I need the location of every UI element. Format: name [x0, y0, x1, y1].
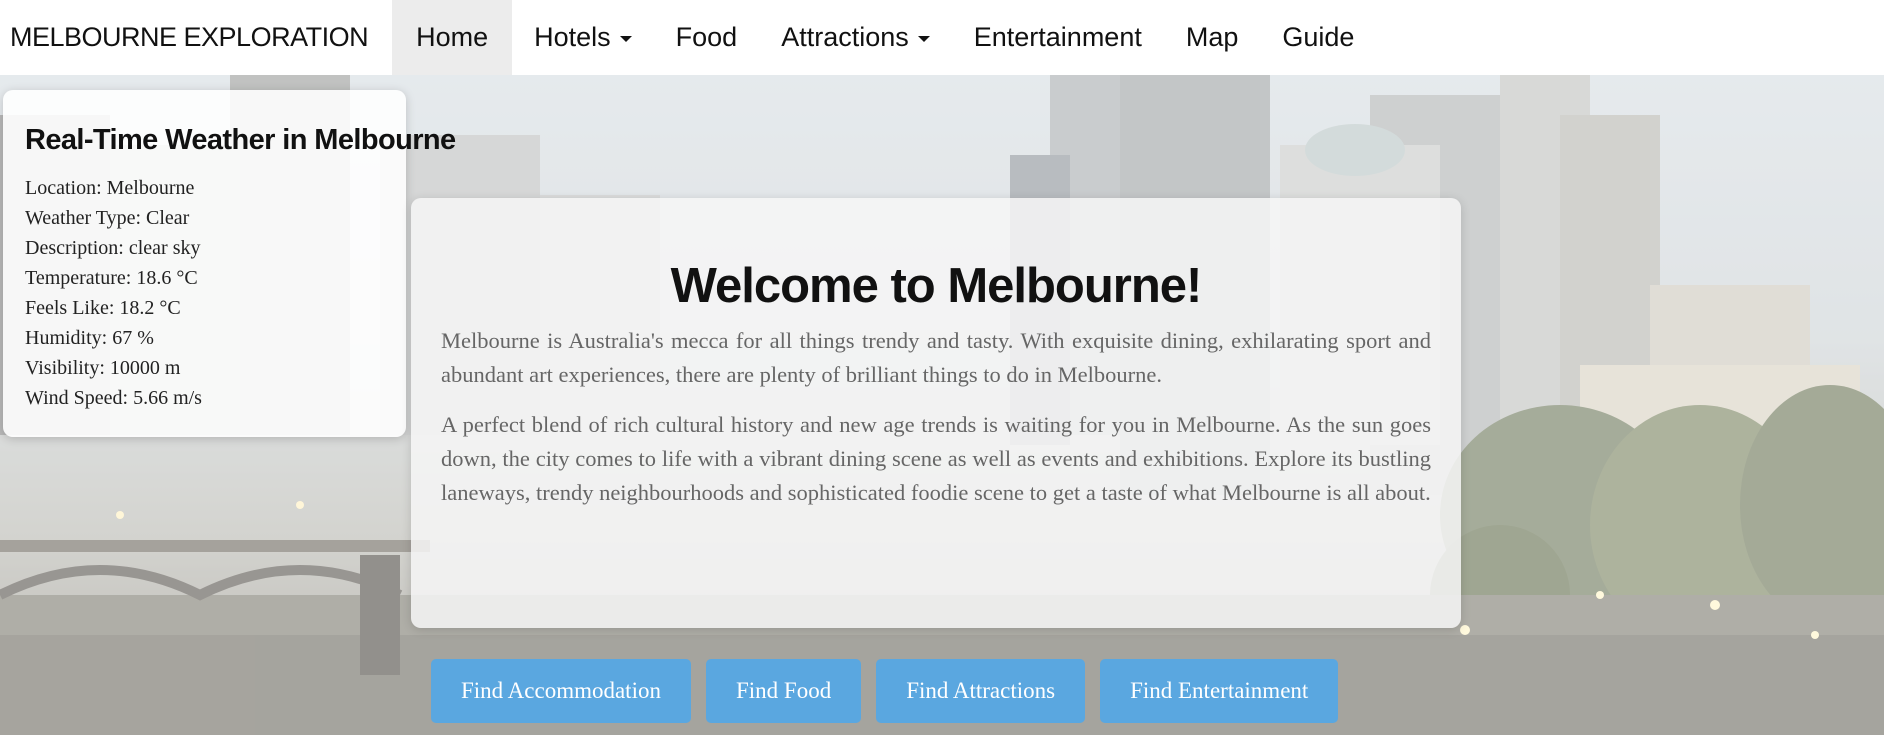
find-food-button[interactable]: Find Food — [705, 659, 862, 723]
find-entertainment-button[interactable]: Find Entertainment — [1100, 659, 1339, 723]
nav-item-hotels[interactable]: Hotels — [512, 0, 654, 75]
nav-item-label: Attractions — [781, 22, 909, 52]
nav-item-label: Hotels — [534, 22, 611, 52]
weather-location: Location: Melbourne — [25, 177, 195, 199]
weather-title: Real-Time Weather in Melbourne — [25, 124, 456, 156]
weather-temperature: Temperature: 18.6 °C — [25, 267, 198, 289]
weather-type: Weather Type: Clear — [25, 207, 190, 229]
caret-down-icon — [619, 36, 632, 42]
welcome-title: Welcome to Melbourne! — [670, 259, 1203, 313]
action-buttons: Find Accommodation Find Food Find Attrac… — [431, 659, 1339, 723]
nav-item-map[interactable]: Map — [1164, 0, 1261, 75]
weather-wind-speed: Wind Speed: 5.66 m/s — [25, 387, 202, 409]
nav-item-label: Food — [675, 22, 738, 52]
nav-item-home[interactable]: Home — [392, 0, 513, 75]
weather-description: Description: clear sky — [25, 237, 201, 259]
welcome-paragraph: Melbourne is Australia's mecca for all t… — [441, 328, 1431, 387]
weather-humidity: Humidity: 67 % — [25, 327, 154, 349]
find-accommodation-button[interactable]: Find Accommodation — [431, 659, 691, 723]
top-navbar: MELBOURNE EXPLORATION Home Hotels Food A… — [0, 0, 1884, 75]
nav-menu: Home Hotels Food Attractions Entertainme… — [392, 0, 1376, 75]
nav-item-label: Map — [1185, 22, 1239, 52]
nav-item-attractions[interactable]: Attractions — [759, 0, 952, 75]
nav-item-label: Entertainment — [973, 22, 1142, 52]
weather-visibility: Visibility: 10000 m — [25, 357, 181, 379]
nav-item-entertainment[interactable]: Entertainment — [952, 0, 1164, 75]
brand-logo[interactable]: MELBOURNE EXPLORATION — [0, 0, 392, 75]
welcome-paragraph: A perfect blend of rich cultural history… — [441, 412, 1431, 505]
weather-feels-like: Feels Like: 18.2 °C — [25, 297, 181, 319]
nav-item-label: Guide — [1282, 22, 1355, 52]
nav-item-label: Home — [416, 22, 489, 52]
nav-item-food[interactable]: Food — [654, 0, 760, 75]
nav-item-guide[interactable]: Guide — [1260, 0, 1376, 75]
weather-card: Real-Time Weather in Melbourne Location:… — [3, 90, 456, 437]
caret-down-icon — [917, 36, 930, 42]
welcome-card: Welcome to Melbourne! Melbourne is Austr… — [411, 198, 1461, 628]
find-attractions-button[interactable]: Find Attractions — [876, 659, 1086, 723]
